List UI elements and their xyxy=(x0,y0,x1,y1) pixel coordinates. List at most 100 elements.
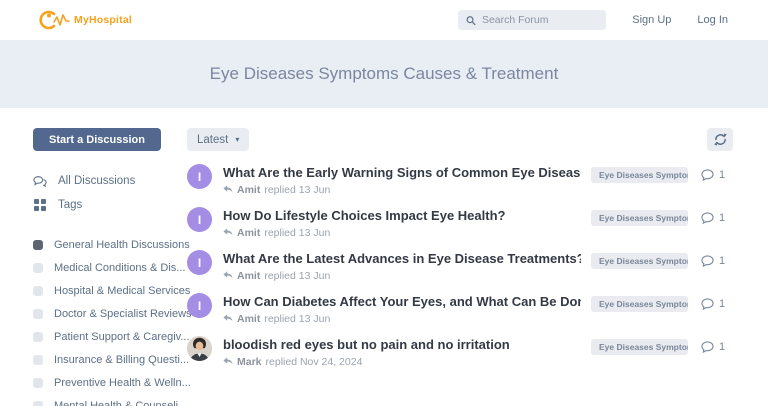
avatar[interactable]: I xyxy=(187,293,212,318)
discussion-row[interactable]: I What Are the Latest Advances in Eye Di… xyxy=(187,250,733,293)
sidebar-tag-item[interactable]: General Health Discussions xyxy=(33,233,185,256)
tag-label: General Health Discussions xyxy=(54,239,190,251)
tag-badge[interactable]: Eye Diseases Symptoms Causes xyxy=(591,167,688,183)
sidebar-item-label: Tags xyxy=(58,199,82,211)
sidebar-tag-item[interactable]: Hospital & Medical Services xyxy=(33,279,185,302)
discussion-row[interactable]: I What Are the Early Warning Signs of Co… xyxy=(187,164,733,207)
avatar[interactable]: I xyxy=(187,164,212,189)
reply-icon xyxy=(223,271,233,280)
discussion-row[interactable]: bloodish red eyes but no pain and no irr… xyxy=(187,336,733,379)
avatar[interactable]: I xyxy=(187,250,212,275)
sidebar-tag-list: General Health Discussions Medical Condi… xyxy=(33,233,185,406)
discussion-row-right: Eye Diseases Symptoms Causes 1 xyxy=(591,250,733,269)
log-in-link[interactable]: Log In xyxy=(697,14,728,26)
discussion-title[interactable]: What Are the Latest Advances in Eye Dise… xyxy=(223,251,581,267)
reply-icon xyxy=(223,185,233,194)
sidebar-tag-item[interactable]: Insurance & Billing Questi... xyxy=(33,348,185,371)
replier-name[interactable]: Amit xyxy=(237,313,260,325)
avatar[interactable]: I xyxy=(187,207,212,232)
sidebar-tag-item[interactable]: Medical Conditions & Dis... xyxy=(33,256,185,279)
tag-badge[interactable]: Eye Diseases Symptoms Causes xyxy=(591,339,688,355)
reply-icon xyxy=(223,228,233,237)
search-icon xyxy=(466,15,476,26)
hospital-logo-icon xyxy=(38,8,72,32)
replier-name[interactable]: Amit xyxy=(237,227,260,239)
avatar-letter: I xyxy=(198,256,201,270)
tag-label: Insurance & Billing Questi... xyxy=(54,354,189,366)
comment-count[interactable]: 1 xyxy=(701,298,733,310)
sign-up-link[interactable]: Sign Up xyxy=(632,14,671,26)
sort-dropdown[interactable]: Latest ▾ xyxy=(187,128,249,151)
replier-name[interactable]: Amit xyxy=(237,270,260,282)
logo-text: MyHospital xyxy=(74,14,132,26)
tag-label: Doctor & Specialist Reviews xyxy=(54,308,192,320)
sidebar-item-label: All Discussions xyxy=(58,175,135,187)
search-forum-box[interactable] xyxy=(458,10,606,30)
discussion-body: What Are the Early Warning Signs of Comm… xyxy=(223,164,581,196)
discussion-title[interactable]: What Are the Early Warning Signs of Comm… xyxy=(223,165,581,181)
tag-color-swatch xyxy=(33,332,43,342)
comment-count-value: 1 xyxy=(719,255,725,267)
comment-count[interactable]: 1 xyxy=(701,341,733,353)
discussion-list: I What Are the Early Warning Signs of Co… xyxy=(187,164,733,379)
discussion-meta: Amit replied 13 Jun xyxy=(223,270,581,282)
refresh-button[interactable] xyxy=(707,128,733,151)
discussion-row[interactable]: I How Do Lifestyle Choices Impact Eye He… xyxy=(187,207,733,250)
hero-banner: Eye Diseases Symptoms Causes & Treatment xyxy=(0,40,768,108)
sidebar-tag-item[interactable]: Mental Health & Counseli... xyxy=(33,394,185,406)
replier-name[interactable]: Amit xyxy=(237,184,260,196)
tag-color-swatch xyxy=(33,240,43,250)
tag-badge[interactable]: Eye Diseases Symptoms Causes xyxy=(591,253,688,269)
sidebar-tag-item[interactable]: Doctor & Specialist Reviews xyxy=(33,302,185,325)
list-toolbar: Latest ▾ xyxy=(187,128,733,151)
discussion-meta: Amit replied 13 Jun xyxy=(223,184,581,196)
sidebar-item-all-discussions[interactable]: All Discussions xyxy=(33,169,185,193)
user-photo-avatar[interactable] xyxy=(187,336,212,361)
site-logo[interactable]: MyHospital xyxy=(38,8,132,32)
sidebar-item-tags[interactable]: Tags xyxy=(33,193,185,217)
discussion-body: What Are the Latest Advances in Eye Dise… xyxy=(223,250,581,282)
replier-name[interactable]: Mark xyxy=(237,356,262,368)
comment-bubble-icon xyxy=(701,341,714,353)
discussion-row[interactable]: I How Can Diabetes Affect Your Eyes, and… xyxy=(187,293,733,336)
refresh-icon xyxy=(714,133,727,146)
search-input[interactable] xyxy=(482,14,598,26)
comment-bubble-icon xyxy=(701,298,714,310)
avatar-letter: I xyxy=(198,213,201,227)
comment-count-value: 1 xyxy=(719,212,725,224)
tag-badge[interactable]: Eye Diseases Symptoms Causes xyxy=(591,210,688,226)
comment-count[interactable]: 1 xyxy=(701,169,733,181)
sidebar-tag-item[interactable]: Preventive Health & Welln... xyxy=(33,371,185,394)
forum-page: MyHospital Sign Up Log In Eye Diseases S… xyxy=(0,0,768,406)
discussion-panel: Latest ▾ I xyxy=(187,128,733,379)
reply-time: replied Nov 24, 2024 xyxy=(266,356,363,368)
sidebar-nav: All Discussions Tags xyxy=(33,169,185,217)
person-photo-icon xyxy=(187,336,212,361)
discussion-title[interactable]: How Can Diabetes Affect Your Eyes, and W… xyxy=(223,294,581,310)
tag-label: Hospital & Medical Services xyxy=(54,285,190,297)
tag-color-swatch xyxy=(33,263,43,273)
tag-color-swatch xyxy=(33,355,43,365)
discussion-title[interactable]: bloodish red eyes but no pain and no irr… xyxy=(223,337,581,353)
start-discussion-button[interactable]: Start a Discussion xyxy=(33,128,161,151)
discussion-body: How Can Diabetes Affect Your Eyes, and W… xyxy=(223,293,581,325)
tag-color-swatch xyxy=(33,378,43,388)
discussion-meta: Amit replied 13 Jun xyxy=(223,227,581,239)
discussion-meta: Mark replied Nov 24, 2024 xyxy=(223,356,581,368)
avatar-letter: I xyxy=(198,170,201,184)
reply-time: replied 13 Jun xyxy=(264,270,330,282)
discussion-title[interactable]: How Do Lifestyle Choices Impact Eye Heal… xyxy=(223,208,581,224)
sidebar-tag-item[interactable]: Patient Support & Caregiv... xyxy=(33,325,185,348)
reply-icon xyxy=(223,357,233,366)
discussion-row-right: Eye Diseases Symptoms Causes 1 xyxy=(591,164,733,183)
comment-count[interactable]: 1 xyxy=(701,255,733,267)
tag-color-swatch xyxy=(33,309,43,319)
discussion-body: bloodish red eyes but no pain and no irr… xyxy=(223,336,581,368)
tag-label: Patient Support & Caregiv... xyxy=(54,331,190,343)
comment-bubble-icon xyxy=(701,212,714,224)
tag-badge[interactable]: Eye Diseases Symptoms Causes xyxy=(591,296,688,312)
comment-count[interactable]: 1 xyxy=(701,212,733,224)
tag-color-swatch xyxy=(33,401,43,406)
comment-bubble-icon xyxy=(701,169,714,181)
comment-count-value: 1 xyxy=(719,169,725,181)
